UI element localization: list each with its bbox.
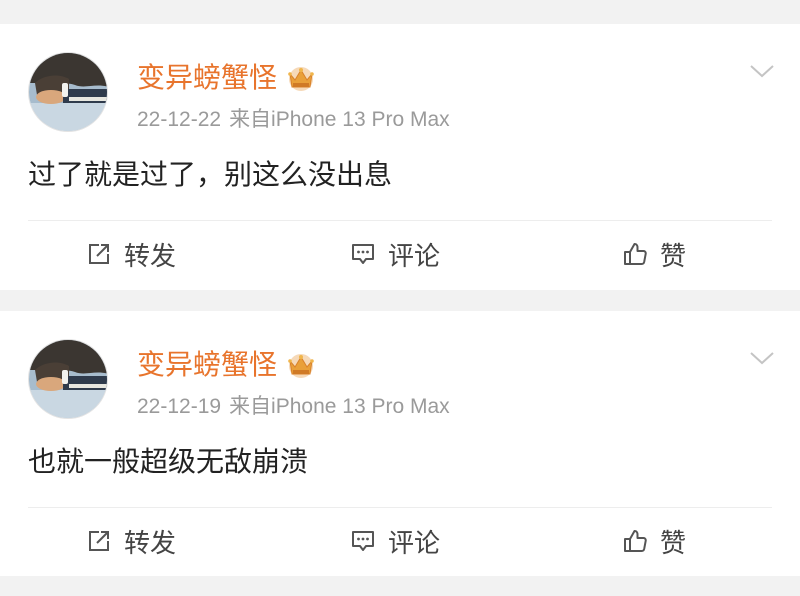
post-date: 22-12-19 [137,395,222,418]
repost-icon [89,244,109,264]
feed: 变异螃蟹怪 22-12-22 来自iPhone 13 Pro Max 过了就是过了… [0,0,800,596]
crown-badge-icon[interactable] [285,350,317,380]
repost-button[interactable]: 转发 [86,522,176,560]
post-meta: 22-12-19 来自iPhone 13 Pro Max [137,393,450,421]
repost-icon [89,531,109,551]
repost-label: 转发 [124,240,177,271]
comment-label: 评论 [388,240,441,271]
avatar[interactable] [28,52,108,132]
like-icon [624,530,647,552]
username[interactable]: 变异螃蟹怪 [137,60,277,96]
avatar-image [29,340,107,418]
post-date: 22-12-22 [137,108,222,131]
avatar[interactable] [28,339,108,419]
username-row: 变异螃蟹怪 [137,60,317,96]
comment-icon [352,244,374,264]
post-card: 变异螃蟹怪 22-12-19 来自iPhone 13 Pro Max 也就一般超级… [0,311,800,576]
chevron-down-icon[interactable] [748,62,776,80]
like-icon [624,243,647,265]
comment-label: 评论 [388,527,441,558]
comment-button[interactable]: 评论 [350,235,440,273]
post-source: 来自iPhone 13 Pro Max [229,395,450,418]
avatar-image [29,53,107,131]
crown-badge-icon[interactable] [285,63,317,93]
comment-button[interactable]: 评论 [350,522,440,560]
post-text: 过了就是过了，别这么没出息 [28,159,393,190]
username[interactable]: 变异螃蟹怪 [137,347,277,383]
like-label: 赞 [660,527,687,558]
divider [28,220,772,221]
repost-label: 转发 [124,527,177,558]
comment-icon [352,531,374,551]
post-meta: 22-12-22 来自iPhone 13 Pro Max [137,106,450,134]
like-button[interactable]: 赞 [622,522,686,560]
post-card: 变异螃蟹怪 22-12-22 来自iPhone 13 Pro Max 过了就是过了… [0,24,800,290]
post-source: 来自iPhone 13 Pro Max [229,108,450,131]
post-text: 也就一般超级无敌崩溃 [28,446,309,477]
like-button[interactable]: 赞 [622,235,686,273]
divider [28,507,772,508]
chevron-down-icon[interactable] [748,349,776,367]
repost-button[interactable]: 转发 [86,235,176,273]
like-label: 赞 [660,240,687,271]
username-row: 变异螃蟹怪 [137,347,317,383]
